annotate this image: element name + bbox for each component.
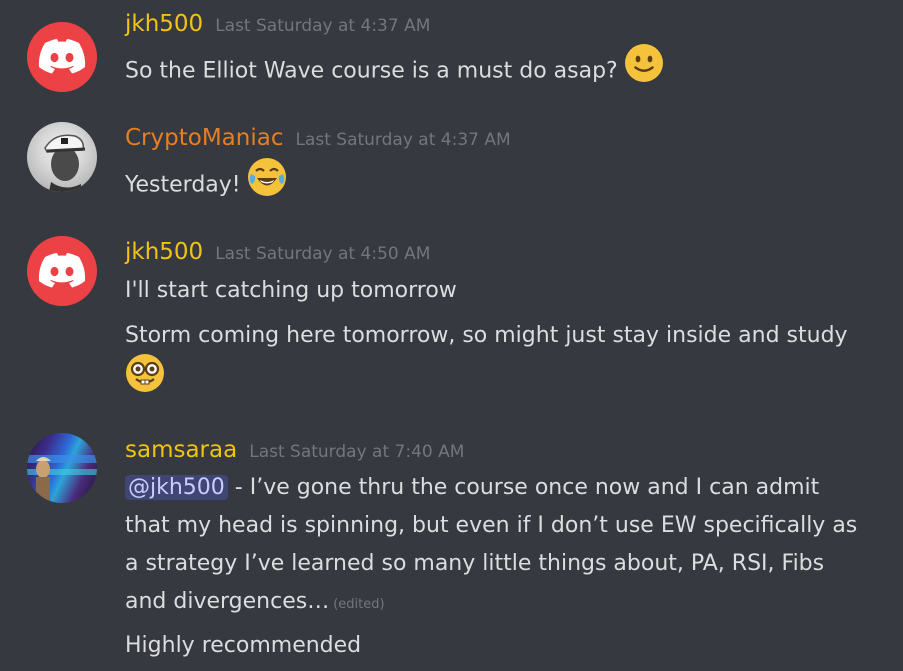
username[interactable]: CryptoManiac <box>125 125 283 151</box>
message-content: @jkh500 - I’ve gone thru the course once… <box>125 469 885 507</box>
timestamp[interactable]: Last Saturday at 4:37 AM <box>215 16 430 36</box>
message-text: Highly recommended <box>125 633 362 658</box>
message-content <box>125 353 885 408</box>
message-text: that my head is spinning, but even if I … <box>125 513 858 538</box>
avatar[interactable] <box>27 122 97 192</box>
message-text: Yesterday! <box>125 172 241 198</box>
timestamp[interactable]: Last Saturday at 4:37 AM <box>295 130 510 150</box>
message-content: and divergences… (edited) <box>125 583 885 624</box>
user-photo-avatar <box>44 134 86 192</box>
avatar[interactable] <box>27 22 97 92</box>
message-text: - I’ve gone thru the course once now and… <box>227 475 820 500</box>
message-header: samsaraa Last Saturday at 7:40 AM <box>125 434 464 466</box>
message-content: Yesterday! <box>125 157 885 212</box>
username[interactable]: jkh500 <box>125 239 203 265</box>
slightly-smiling-face-icon[interactable] <box>624 43 664 96</box>
message-text: So the Elliot Wave course is a must do a… <box>125 58 618 84</box>
nerd-face-icon[interactable] <box>125 353 165 406</box>
edited-label: (edited) <box>333 597 385 612</box>
message-text: Storm coming here tomorrow, so might jus… <box>125 323 848 348</box>
message-header: CryptoManiac Last Saturday at 4:37 AM <box>125 122 511 154</box>
user-mention[interactable]: @jkh500 <box>125 475 228 500</box>
avatar[interactable] <box>27 433 97 503</box>
message-text: a strategy I’ve learned so many little t… <box>125 551 825 576</box>
timestamp[interactable]: Last Saturday at 4:50 AM <box>215 244 430 264</box>
message-text: and divergences… <box>125 589 330 614</box>
message-header: jkh500 Last Saturday at 4:37 AM <box>125 8 430 40</box>
joy-face-icon[interactable] <box>247 157 287 210</box>
discord-logo-icon <box>38 39 86 74</box>
avatar[interactable] <box>27 236 97 306</box>
chat-message-list: jkh500 Last Saturday at 4:37 AM So the El… <box>0 0 903 671</box>
message-text: I'll start catching up tomorrow <box>125 278 457 303</box>
message-content: So the Elliot Wave course is a must do a… <box>125 43 885 98</box>
user-photo-avatar <box>27 455 97 501</box>
message-header: jkh500 Last Saturday at 4:50 AM <box>125 236 430 268</box>
timestamp[interactable]: Last Saturday at 7:40 AM <box>249 442 464 462</box>
username[interactable]: samsaraa <box>125 437 237 463</box>
discord-logo-icon <box>38 253 86 288</box>
username[interactable]: jkh500 <box>125 11 203 37</box>
